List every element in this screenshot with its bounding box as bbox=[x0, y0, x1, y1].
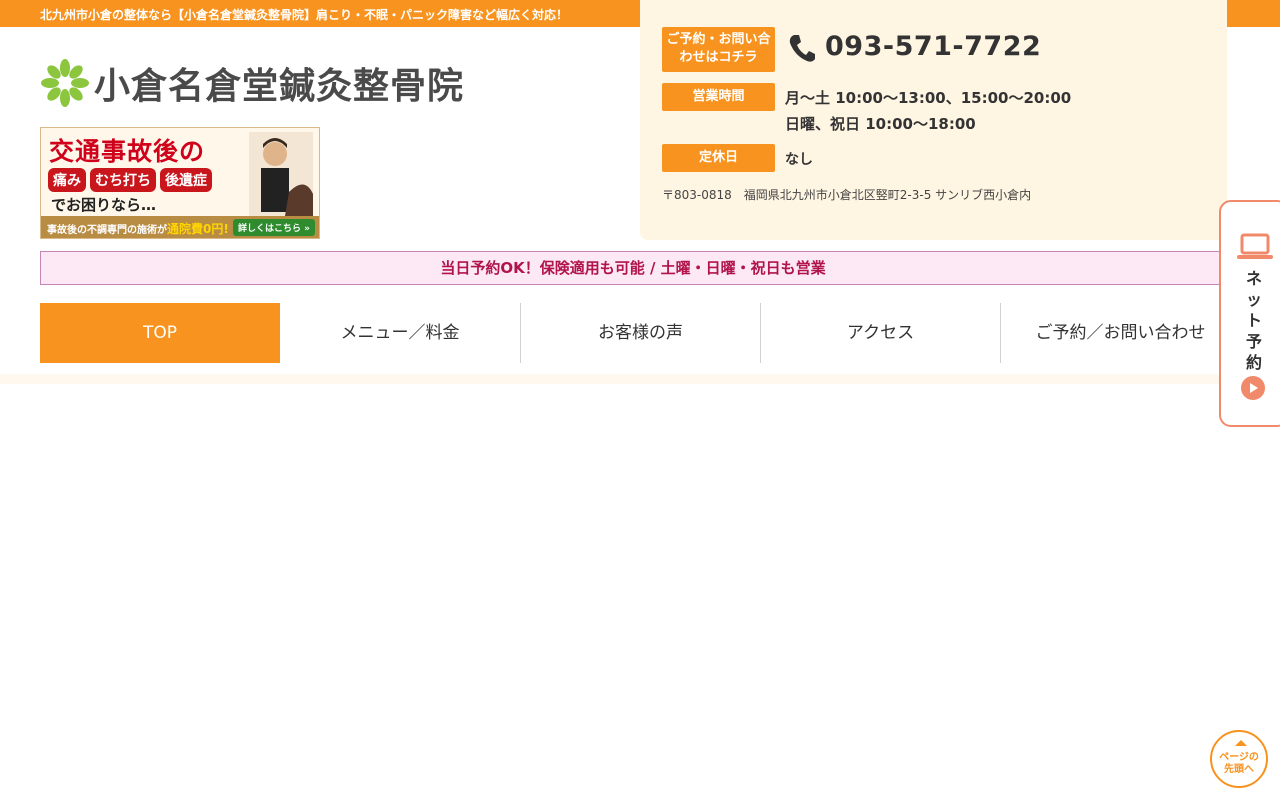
nav-item-testimonials[interactable]: お客様の声 bbox=[520, 303, 760, 363]
arrow-up-icon bbox=[1235, 740, 1247, 746]
play-arrow-icon bbox=[1241, 376, 1265, 400]
logo-text: 小倉名倉堂鍼灸整骨院 bbox=[94, 66, 465, 107]
banner-tag: むち打ち bbox=[90, 168, 156, 192]
hours-label: 営業時間 bbox=[662, 83, 775, 111]
banner-footer-text: 事故後の不調専門の施術が通院費0円! bbox=[47, 220, 229, 237]
closed-day-label: 定休日 bbox=[662, 144, 775, 172]
notice-banner: 当日予約OK！保険適用も可能 / 土曜・日曜・祝日も営業 bbox=[40, 251, 1226, 285]
nav-item-access[interactable]: アクセス bbox=[760, 303, 1000, 363]
top-announcement-text: 北九州市小倉の整体なら【小倉名倉堂鍼灸整骨院】肩こり・不眠・パニック障害など幅広… bbox=[40, 8, 569, 22]
phone-icon bbox=[789, 35, 815, 62]
phone-number[interactable]: 093-571-7722 bbox=[825, 31, 1041, 62]
hours-holiday: 日曜、祝日 10:00〜18:00 bbox=[785, 115, 976, 133]
closed-day-value: なし bbox=[785, 152, 813, 168]
staff-photo bbox=[249, 132, 313, 216]
banner-tag: 後遺症 bbox=[160, 168, 212, 192]
banner-footer-lead: 事故後の不調専門の施術が bbox=[47, 225, 167, 236]
hours-weekday: 月〜土 10:00〜13:00、15:00〜20:00 bbox=[785, 89, 1072, 107]
banner-footer-highlight: 通院費0円! bbox=[167, 222, 229, 236]
page-top-button[interactable]: ページの先頭へ bbox=[1210, 730, 1268, 788]
leaf-icon bbox=[41, 59, 89, 107]
banner-subtext: でお困りなら… bbox=[51, 196, 157, 214]
nav-item-menu-price[interactable]: メニュー／料金 bbox=[280, 303, 520, 363]
address: 〒803-0818 福岡県北九州市小倉北区竪町2-3-5 サンリブ西小倉内 bbox=[662, 188, 1032, 202]
contact-label: ご予約・お問い合わせはコチラ bbox=[662, 27, 775, 72]
traffic-accident-banner[interactable]: 交通事故後の 痛み むち打ち 後遺症 でお困りなら… 事故後の不調専門の施術が通… bbox=[40, 127, 320, 239]
nav-item-contact[interactable]: ご予約／お問い合わせ bbox=[1000, 303, 1240, 363]
banner-headline: 交通事故後の bbox=[49, 137, 206, 166]
banner-tag: 痛み bbox=[48, 168, 86, 192]
site-logo[interactable]: 小倉名倉堂鍼灸整骨院 bbox=[40, 58, 464, 108]
online-booking-label: ネット予約 bbox=[1245, 269, 1262, 372]
global-nav: TOP メニュー／料金 お客様の声 アクセス ご予約／お問い合わせ bbox=[40, 303, 1240, 363]
banner-footer: 事故後の不調専門の施術が通院費0円! 詳しくはこちら » bbox=[41, 216, 319, 238]
page-top-label: ページの先頭へ bbox=[1219, 752, 1259, 775]
nav-item-top[interactable]: TOP bbox=[40, 303, 280, 363]
laptop-icon bbox=[1237, 233, 1273, 259]
online-booking-tab[interactable]: ネット予約 bbox=[1219, 200, 1280, 427]
nav-divider bbox=[0, 374, 1280, 384]
contact-info-box: ご予約・お問い合わせはコチラ 093-571-7722 営業時間 月〜土 10:… bbox=[640, 0, 1227, 240]
banner-details-button[interactable]: 詳しくはこちら » bbox=[233, 219, 315, 236]
banner-tags: 痛み むち打ち 後遺症 bbox=[48, 168, 212, 192]
